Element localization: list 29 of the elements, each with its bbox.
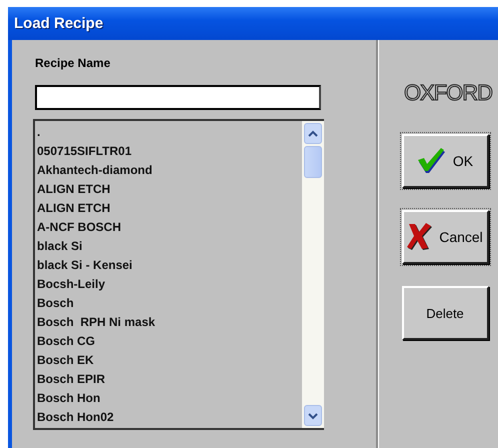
list-item[interactable]: Bosch RPH Ni mask: [35, 313, 302, 332]
list-item[interactable]: ALIGN ETCH: [35, 180, 302, 199]
list-item[interactable]: Akhantech-diamond: [35, 161, 302, 180]
list-item[interactable]: Bosch EK: [35, 351, 302, 370]
list-item[interactable]: Bosch CG: [35, 332, 302, 351]
list-item[interactable]: ALIGN ETCH: [35, 199, 302, 218]
list-item[interactable]: .: [35, 123, 302, 142]
list-item[interactable]: Bosch: [35, 294, 302, 313]
scrollbar[interactable]: [302, 121, 324, 428]
list-item[interactable]: Bocsh-Leily: [35, 275, 302, 294]
list-item[interactable]: A-NCF BOSCH: [35, 218, 302, 237]
list-item[interactable]: 050715SIFLTR01: [35, 142, 302, 161]
input-field[interactable]: [35, 85, 321, 110]
scroll-thumb[interactable]: [304, 146, 322, 178]
list-item[interactable]: black Si: [35, 237, 302, 256]
list-item[interactable]: black Si - Kensei: [35, 256, 302, 275]
x-icon: [407, 223, 434, 251]
ok-button[interactable]: OK: [402, 134, 488, 188]
cancel-button[interactable]: Cancel: [402, 210, 488, 264]
logo: OXFORD: [404, 80, 492, 106]
field-label: Recipe Name: [35, 56, 112, 72]
scroll-down-icon[interactable]: [304, 405, 322, 426]
list-item[interactable]: Bosch Hon: [35, 389, 302, 408]
list-item[interactable]: Bosch Hon02: [35, 408, 302, 427]
check-icon: [416, 148, 447, 174]
window-title: Load Recipe: [14, 15, 104, 32]
delete-button[interactable]: Delete: [402, 286, 488, 340]
list-item[interactable]: Bosch EPIR: [35, 370, 302, 389]
scroll-up-icon[interactable]: [304, 123, 322, 144]
